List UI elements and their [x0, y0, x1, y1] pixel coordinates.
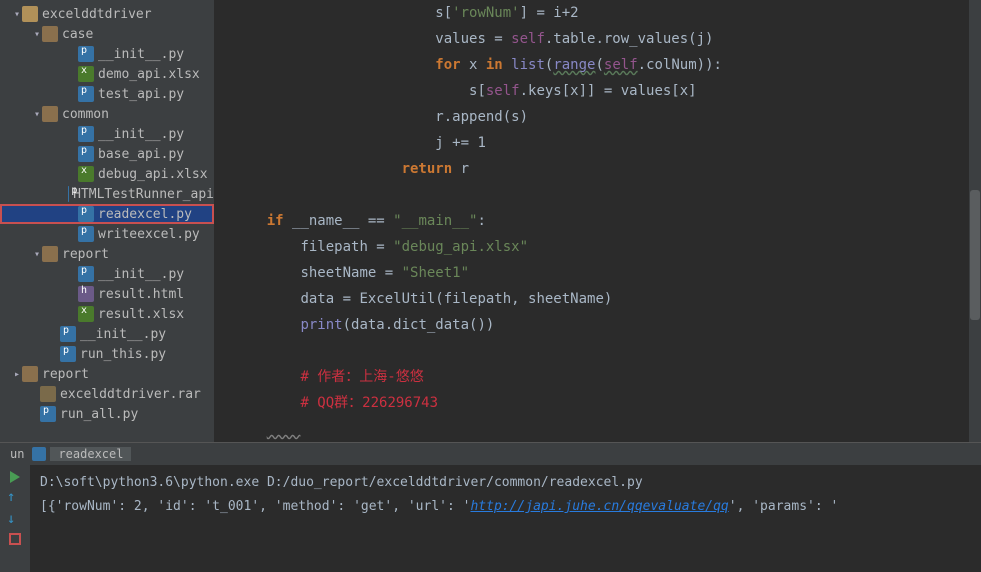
dir-icon: [22, 366, 38, 382]
xlsx-icon: [78, 166, 94, 182]
py-icon: [78, 206, 94, 222]
tree-item-run-this-py[interactable]: run_this.py: [0, 344, 214, 364]
dir-icon: [42, 106, 58, 122]
tree-item--init-py[interactable]: __init__.py: [0, 324, 214, 344]
tree-label: demo_api.xlsx: [98, 67, 200, 82]
rar-icon: [40, 386, 56, 402]
tree-item-result-html[interactable]: result.html: [0, 284, 214, 304]
run-tab[interactable]: un: [2, 447, 32, 461]
expand-icon[interactable]: ▾: [12, 9, 22, 20]
url-link[interactable]: http://japi.juhe.cn/qqevaluate/qq: [470, 499, 728, 514]
dir-icon: [42, 26, 58, 42]
python-icon: [32, 447, 46, 461]
py-icon: [78, 46, 94, 62]
py-icon: [68, 186, 69, 202]
tree-label: result.xlsx: [98, 307, 184, 322]
xlsx-icon: [78, 66, 94, 82]
up-button[interactable]: ↑: [7, 489, 23, 505]
tree-label: result.html: [98, 287, 184, 302]
py-icon: [78, 226, 94, 242]
tree-label: common: [62, 107, 109, 122]
rerun-button[interactable]: [10, 471, 20, 483]
py-icon: [78, 146, 94, 162]
tree-label: base_api.py: [98, 147, 184, 162]
tree-label: __init__.py: [98, 47, 184, 62]
tree-label: report: [42, 367, 89, 382]
tree-label: writeexcel.py: [98, 227, 200, 242]
tree-item--init-py[interactable]: __init__.py: [0, 44, 214, 64]
tree-label: HTMLTestRunner_api: [73, 187, 214, 202]
run-gutter: ↑ ↓: [0, 465, 30, 572]
tree-label: run_this.py: [80, 347, 166, 362]
code-text: s[: [435, 5, 452, 21]
config-tab[interactable]: readexcel: [50, 447, 131, 461]
run-tabbar: un readexcel: [0, 443, 981, 465]
tree-label: case: [62, 27, 93, 42]
tree-item--init-py[interactable]: __init__.py: [0, 124, 214, 144]
tree-item-result-xlsx[interactable]: result.xlsx: [0, 304, 214, 324]
tree-label: test_api.py: [98, 87, 184, 102]
tree-label: __init__.py: [80, 327, 166, 342]
expand-icon[interactable]: ▾: [32, 109, 42, 120]
py-icon: [78, 86, 94, 102]
down-button[interactable]: ↓: [7, 511, 23, 527]
tree-item-readexcel-py[interactable]: readexcel.py: [0, 204, 214, 224]
tree-label: __init__.py: [98, 267, 184, 282]
editor-scrollbar[interactable]: [969, 0, 981, 442]
xlsx-icon: [78, 306, 94, 322]
tree-item-test-api-py[interactable]: test_api.py: [0, 84, 214, 104]
py-icon: [40, 406, 56, 422]
tree-item-excelddtdriver-rar[interactable]: excelddtdriver.rar: [0, 384, 214, 404]
tree-label: excelddtdriver.rar: [60, 387, 201, 402]
tree-item-demo-api-xlsx[interactable]: demo_api.xlsx: [0, 64, 214, 84]
tree-item-case[interactable]: ▾ case: [0, 24, 214, 44]
tree-label: excelddtdriver: [42, 7, 152, 22]
tree-item-report[interactable]: ▸ report: [0, 364, 214, 384]
py-icon: [60, 326, 76, 342]
console-output[interactable]: D:\soft\python3.6\python.exe D:/duo_repo…: [30, 465, 981, 572]
tree-item-excelddtdriver[interactable]: ▾ excelddtdriver: [0, 4, 214, 24]
stop-button[interactable]: [9, 533, 21, 545]
tree-label: report: [62, 247, 109, 262]
expand-icon[interactable]: ▾: [32, 29, 42, 40]
tree-item-common[interactable]: ▾ common: [0, 104, 214, 124]
code-editor[interactable]: s['rowNum'] = i+2 values = self.table.ro…: [215, 0, 981, 442]
tree-label: readexcel.py: [98, 207, 192, 222]
tree-item-writeexcel-py[interactable]: writeexcel.py: [0, 224, 214, 244]
tree-item-report[interactable]: ▾ report: [0, 244, 214, 264]
tree-item-run-all-py[interactable]: run_all.py: [0, 404, 214, 424]
proj-icon: [22, 6, 38, 22]
html-icon: [78, 286, 94, 302]
py-icon: [78, 126, 94, 142]
py-icon: [60, 346, 76, 362]
tree-item-base-api-py[interactable]: base_api.py: [0, 144, 214, 164]
tree-label: run_all.py: [60, 407, 138, 422]
tree-label: __init__.py: [98, 127, 184, 142]
tree-item-htmltestrunner-api[interactable]: HTMLTestRunner_api: [0, 184, 214, 204]
dir-icon: [42, 246, 58, 262]
expand-icon[interactable]: ▸: [12, 369, 22, 380]
tree-label: debug_api.xlsx: [98, 167, 208, 182]
console-line: [{'rowNum': 2, 'id': 't_001', 'method': …: [40, 495, 971, 519]
expand-icon[interactable]: ▾: [32, 249, 42, 260]
tree-item--init-py[interactable]: __init__.py: [0, 264, 214, 284]
py-icon: [78, 266, 94, 282]
console-cmd: D:\soft\python3.6\python.exe D:/duo_repo…: [40, 471, 971, 495]
tree-item-debug-api-xlsx[interactable]: debug_api.xlsx: [0, 164, 214, 184]
project-tree[interactable]: ▾excelddtdriver▾case__init__.pydemo_api.…: [0, 0, 215, 442]
